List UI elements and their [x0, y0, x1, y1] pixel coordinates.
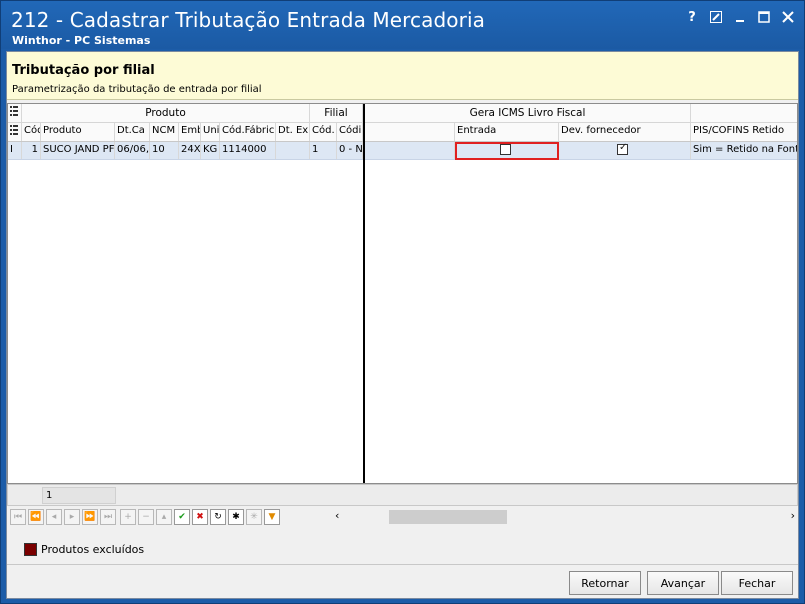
column-header-entrada[interactable]: Entrada	[455, 123, 559, 141]
cell-dt-ex[interactable]	[276, 142, 310, 159]
dev-fornecedor-checkbox[interactable]: ✓	[617, 142, 628, 155]
column-header-cod[interactable]: Cód	[22, 123, 41, 141]
window-subtitle: Winthor - PC Sistemas	[12, 34, 151, 47]
grid-column-header: Cód Produto Dt.Ca NCM Emb Uni Cód.Fábric…	[8, 123, 797, 142]
horizontal-scrollbar[interactable]: ‹ ›	[335, 509, 797, 525]
maximize-icon[interactable]	[756, 9, 772, 25]
column-header-pis-cofins[interactable]: PIS/COFINS Retido	[691, 123, 797, 141]
cell-pis-cofins[interactable]: Sim = Retido na Font	[691, 142, 797, 159]
legend-swatch	[24, 543, 37, 556]
scrollbar-thumb[interactable]	[389, 510, 507, 524]
cell-dev-fornecedor[interactable]: ✓	[559, 142, 691, 159]
scroll-right-icon[interactable]: ›	[791, 509, 795, 522]
section-title: Tributação por filial	[12, 63, 155, 78]
column-header-ncm[interactable]: NCM	[150, 123, 179, 141]
post-icon[interactable]: ✔	[174, 509, 190, 525]
last-record-icon[interactable]: ⏭	[100, 509, 116, 525]
next-button-label: Avançar	[660, 576, 706, 590]
column-header-codi[interactable]: Códi	[337, 123, 363, 141]
goto-bookmark-icon[interactable]: ✳	[246, 509, 262, 525]
title-bar: 212 - Cadastrar Tributação Entrada Merca…	[1, 1, 804, 49]
column-chooser-icon[interactable]	[8, 123, 22, 141]
back-button[interactable]: Retornar	[569, 571, 641, 595]
section-description: Parametrização da tributação de entrada …	[12, 84, 262, 95]
table-row[interactable]: I 1 SUCO JAND PF 06/06, 10 24X KG 111400…	[8, 142, 797, 160]
highlight-box	[455, 142, 559, 160]
cell-cod[interactable]: 1	[22, 142, 41, 159]
navigator-bar: ⏮ ⏪ ◂ ▸ ⏩ ⏭ + − ▴ ✔ ✖ ↻ ✱ ✳ ▼ ‹ ›	[7, 507, 798, 527]
group-header-filial: Filial	[310, 104, 363, 122]
cell-dt-cadastro[interactable]: 06/06,	[115, 142, 150, 159]
column-chooser-icon[interactable]	[8, 104, 22, 122]
cell-unid[interactable]: KG	[201, 142, 220, 159]
data-grid[interactable]: Produto Filial Gera ICMS Livro Fiscal Có…	[7, 103, 798, 484]
group-header-gera-icms: Gera ICMS Livro Fiscal	[365, 104, 691, 122]
next-record-icon[interactable]: ▸	[64, 509, 80, 525]
row-indicator: I	[8, 142, 22, 159]
column-header-dt-ex[interactable]: Dt. Ex	[276, 123, 310, 141]
grid-footer: 1	[7, 484, 798, 506]
header-panel: Tributação por filial Parametrização da …	[7, 52, 798, 100]
delete-icon[interactable]: −	[138, 509, 154, 525]
column-header-dev-fornecedor[interactable]: Dev. fornecedor	[559, 123, 691, 141]
legend-label: Produtos excluídos	[41, 543, 145, 556]
record-count: 1	[42, 487, 116, 504]
content-area: Tributação por filial Parametrização da …	[6, 51, 799, 599]
minimize-icon[interactable]	[732, 9, 748, 25]
prev-record-icon[interactable]: ◂	[46, 509, 62, 525]
window-title: 212 - Cadastrar Tributação Entrada Merca…	[11, 8, 485, 32]
filter-icon[interactable]: ▼	[264, 509, 280, 525]
bottom-bar: Retornar Avançar Fechar	[7, 564, 798, 598]
column-header-cod-filial[interactable]: Cód.	[310, 123, 337, 141]
cancel-icon[interactable]: ✖	[192, 509, 208, 525]
close-button-label: Fechar	[738, 576, 776, 590]
legend: Produtos excluídos	[24, 543, 144, 556]
bookmark-icon[interactable]: ✱	[228, 509, 244, 525]
close-button[interactable]: Fechar	[721, 571, 793, 595]
refresh-icon[interactable]: ↻	[210, 509, 226, 525]
group-header-produto: Produto	[22, 104, 310, 122]
cell-cod-filial[interactable]: 1	[310, 142, 337, 159]
cell-emb[interactable]: 24X	[179, 142, 201, 159]
column-header-emb[interactable]: Emb	[179, 123, 201, 141]
checkmark-icon: ✓	[619, 142, 628, 153]
window: 212 - Cadastrar Tributação Entrada Merca…	[0, 0, 805, 604]
scroll-left-icon[interactable]: ‹	[335, 509, 339, 522]
edit-icon[interactable]	[708, 9, 724, 25]
edit-record-icon[interactable]: ▴	[156, 509, 172, 525]
column-header-dt-cadastro[interactable]: Dt.Ca	[115, 123, 150, 141]
first-record-icon[interactable]: ⏮	[10, 509, 26, 525]
column-header-unid[interactable]: Uni	[201, 123, 220, 141]
next-button[interactable]: Avançar	[647, 571, 719, 595]
next-page-icon[interactable]: ⏩	[82, 509, 98, 525]
cell-produto[interactable]: SUCO JAND PF	[41, 142, 115, 159]
column-header-produto[interactable]: Produto	[41, 123, 115, 141]
grid-group-header: Produto Filial Gera ICMS Livro Fiscal	[8, 104, 797, 123]
cell-codi[interactable]: 0 - N	[337, 142, 363, 159]
cell-cod-fabrica[interactable]: 1114000	[220, 142, 276, 159]
close-icon[interactable]	[780, 9, 796, 25]
help-icon[interactable]: ?	[684, 9, 700, 25]
insert-icon[interactable]: +	[120, 509, 136, 525]
prev-page-icon[interactable]: ⏪	[28, 509, 44, 525]
cell-ncm[interactable]: 10	[150, 142, 179, 159]
frozen-column-divider	[363, 104, 365, 483]
column-header-cod-fabrica[interactable]: Cód.Fábric	[220, 123, 276, 141]
back-button-label: Retornar	[581, 576, 629, 590]
